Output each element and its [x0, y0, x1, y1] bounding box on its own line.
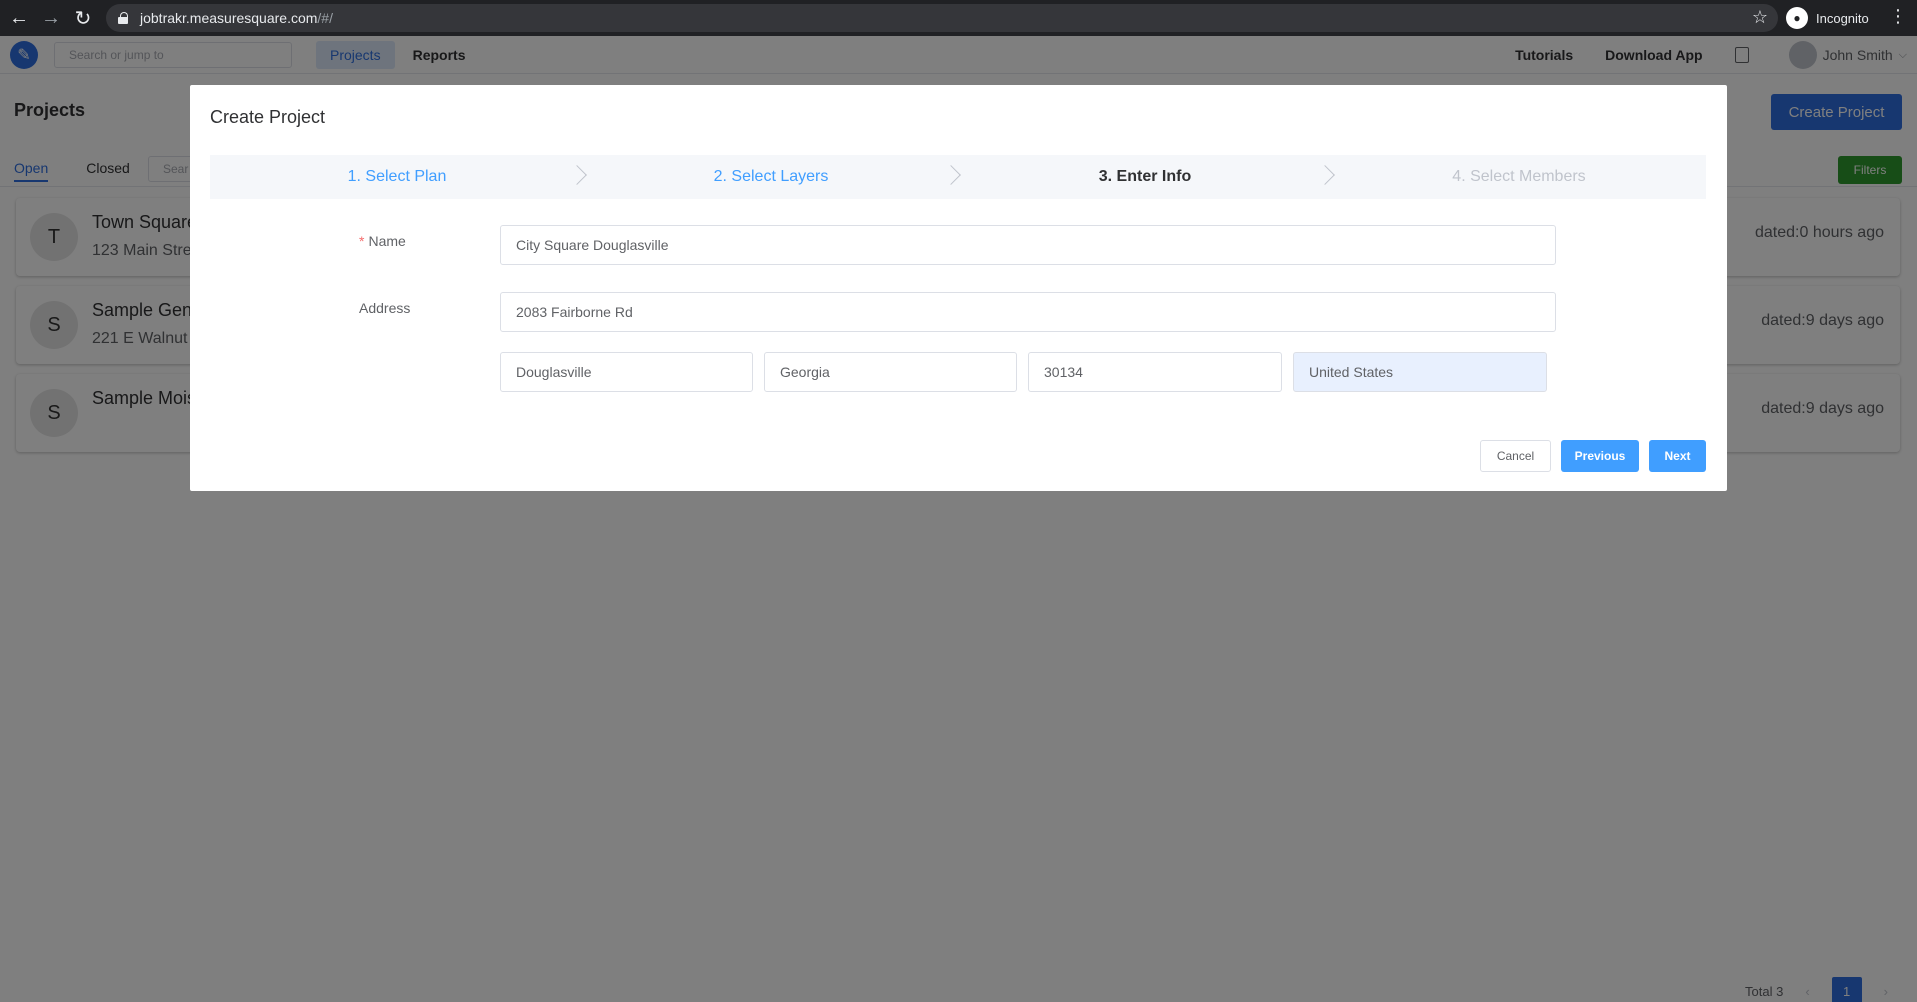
dialog-title: Create Project	[210, 107, 326, 127]
step-enter-info[interactable]: 3. Enter Info	[958, 155, 1335, 199]
incognito-label: Incognito	[1816, 10, 1869, 26]
address-bar[interactable]: jobtrakr.measuresquare.com /#/ ☆	[106, 4, 1778, 32]
url-path: /#/	[317, 10, 333, 26]
address-label: Address	[359, 300, 411, 316]
zip-field[interactable]: 30134	[1028, 352, 1282, 392]
incognito-icon: ●	[1786, 7, 1808, 29]
forward-arrow-icon[interactable]: →	[38, 5, 64, 31]
step-select-plan[interactable]: 1. Select Plan	[210, 155, 587, 199]
wizard-steps: 1. Select Plan 2. Select Layers 3. Enter…	[210, 155, 1706, 199]
step-select-layers[interactable]: 2. Select Layers	[584, 155, 961, 199]
cancel-button[interactable]: Cancel	[1480, 440, 1551, 472]
name-field[interactable]: City Square Douglasville	[500, 225, 1556, 265]
lock-icon[interactable]	[118, 12, 130, 24]
step-label: 2. Select Layers	[713, 168, 829, 185]
state-field[interactable]: Georgia	[764, 352, 1017, 392]
required-asterisk: *	[359, 233, 365, 249]
name-label-text: Name	[368, 233, 406, 249]
country-field[interactable]: United States	[1293, 352, 1547, 392]
url-host: jobtrakr.measuresquare.com	[140, 10, 318, 26]
step-label: 3. Enter Info	[1098, 168, 1192, 185]
step-select-members[interactable]: 4. Select Members	[1332, 155, 1706, 199]
city-field[interactable]: Douglasville	[500, 352, 753, 392]
step-label: 4. Select Members	[1452, 168, 1586, 185]
name-label: * Name	[359, 233, 406, 249]
address-field[interactable]: 2083 Fairborne Rd	[500, 292, 1556, 332]
previous-button[interactable]: Previous	[1561, 440, 1639, 472]
browser-toolbar: ← → ↻ jobtrakr.measuresquare.com /#/ ☆ ●…	[0, 0, 1917, 36]
bookmark-star-icon[interactable]: ☆	[1752, 7, 1768, 28]
next-button[interactable]: Next	[1649, 440, 1706, 472]
browser-menu-icon[interactable]: ⋮	[1888, 6, 1908, 27]
back-arrow-icon[interactable]: ←	[6, 5, 32, 31]
step-label: 1. Select Plan	[347, 168, 447, 185]
incognito-indicator[interactable]: ● Incognito	[1786, 6, 1869, 30]
create-project-dialog: Create Project 1. Select Plan 2. Select …	[190, 85, 1727, 491]
reload-icon[interactable]: ↻	[70, 5, 96, 31]
